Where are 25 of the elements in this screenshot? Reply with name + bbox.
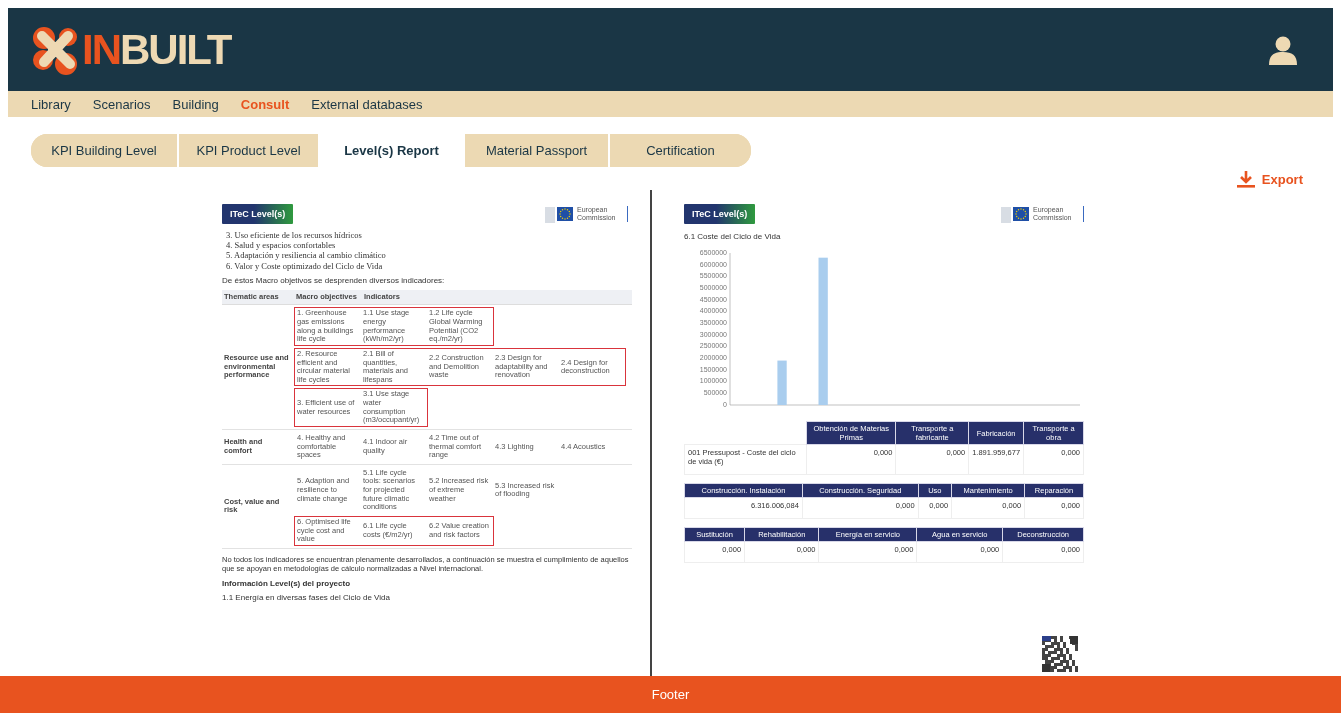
qr-code-icon <box>1042 636 1078 672</box>
section-heading: Información Level(s) del proyecto <box>222 578 352 588</box>
menu-item[interactable]: Building <box>161 96 230 112</box>
list-item: 3. Uso eficiente de los recursos hídricos <box>225 230 363 241</box>
paragraph: De éstos Macro objetivos se desprenden diversos indicadores: <box>222 275 446 285</box>
menu-item[interactable]: External databases <box>300 96 434 112</box>
tab[interactable]: Level(s) Report <box>318 134 463 167</box>
brand-logo: ITeC Level(s) <box>684 204 756 224</box>
bar <box>777 360 787 405</box>
list-item: 4. Salud y espacios confortables <box>225 240 337 251</box>
flag-icon <box>545 205 573 223</box>
list-item: 5. Adaptación y resiliencia al cambio climático <box>225 250 387 261</box>
section-heading: 1.1 Energía en diversas fases del Ciclo de Vida <box>222 592 391 602</box>
brand-logo: ITeC Level(s) <box>222 204 294 224</box>
footer-text: Footer <box>651 687 690 702</box>
menu-item[interactable]: Scenarios <box>81 96 162 112</box>
export-button[interactable]: Export <box>1232 168 1307 190</box>
menu-item[interactable]: Library <box>20 96 82 112</box>
user-icon[interactable] <box>1269 34 1297 65</box>
tab[interactable]: Certification <box>608 134 751 167</box>
list-item: 6. Valor y Coste optimizado del Ciclo de Vida <box>225 260 384 271</box>
download-icon <box>1236 170 1255 188</box>
section-heading: 6.1 Coste del Ciclo de Vida <box>684 232 782 241</box>
flag-icon <box>1001 205 1029 223</box>
logo-text: INBUILT <box>82 28 231 71</box>
